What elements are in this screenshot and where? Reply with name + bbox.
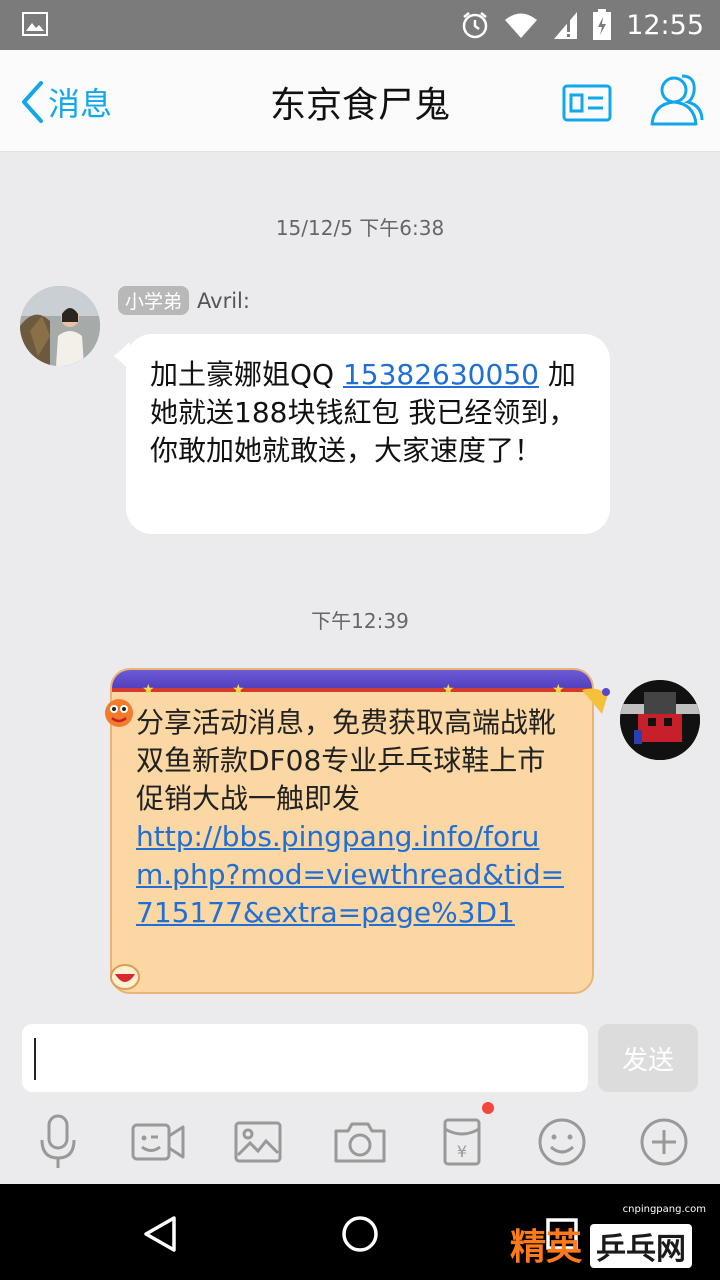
title-bar: 消息 东京食尸鬼 [0, 50, 720, 152]
camera-icon [334, 1122, 386, 1163]
avatar-photo [20, 286, 100, 366]
bubble-banner-trim [112, 688, 592, 692]
red-packet-icon: ¥ [443, 1118, 481, 1166]
text-caret [34, 1038, 36, 1080]
send-button[interactable]: 发送 [598, 1024, 698, 1092]
avatar[interactable] [620, 680, 700, 760]
star-icon: ★ [552, 682, 565, 698]
sender-badge: 小学弟 [118, 286, 190, 315]
star-icon: ★ [442, 682, 455, 698]
cartoon-face-icon [105, 699, 133, 727]
watermark-text: 乒乓网 [590, 1224, 692, 1268]
voice-button[interactable] [30, 1110, 86, 1174]
star-icon: ★ [142, 682, 155, 698]
microphone-icon [40, 1114, 76, 1168]
sender-name: Avril: [197, 288, 250, 313]
avatar-photo [620, 680, 700, 760]
wifi-icon [505, 13, 538, 38]
watermark: cnpingpang.com 精英 乒乓网 [500, 1204, 710, 1270]
composer-toolbar: ¥ [0, 1102, 720, 1180]
avatar[interactable] [20, 286, 100, 366]
home-circle-icon[interactable] [338, 1212, 382, 1256]
watermark-text: 精英 [510, 1227, 583, 1268]
message-text: 分享活动消息，免费获取高端战靴 双鱼新款DF08专业乒乓球鞋上市 促销大战一触即… [136, 706, 585, 815]
jester-hat-icon [582, 688, 610, 714]
more-button[interactable] [636, 1110, 692, 1174]
message-bubble[interactable]: ★ ★ ★ ★ 分享活动消息，免费获取高端战靴 双鱼新款DF08专业乒乓球鞋上市… [105, 668, 610, 994]
notification-dot [482, 1102, 494, 1114]
profile-card-icon[interactable] [562, 84, 612, 122]
plus-icon [640, 1118, 688, 1166]
star-icon: ★ [232, 682, 245, 698]
message-timestamp: 下午12:39 [311, 609, 409, 633]
emoji-button[interactable] [534, 1110, 590, 1174]
back-triangle-icon[interactable] [138, 1212, 182, 1256]
camera-button[interactable] [332, 1110, 388, 1174]
sender-line: 小学弟 Avril: [118, 286, 250, 315]
battery-icon [593, 9, 612, 40]
emoji-icon [538, 1118, 586, 1166]
video-icon [131, 1123, 185, 1161]
message-text: 加土豪娜姐QQ [150, 358, 343, 391]
red-packet-button[interactable]: ¥ [434, 1102, 494, 1174]
watermark-url: cnpingpang.com [622, 1204, 706, 1215]
system-navigation-bar: cnpingpang.com 精英 乒乓网 [0, 1184, 720, 1280]
group-members-icon[interactable] [648, 70, 704, 128]
message-input[interactable] [22, 1024, 588, 1092]
composer: 发送 ¥ [0, 1010, 720, 1184]
cartoon-mouth-icon [110, 964, 140, 990]
status-bar: 12:55 [0, 0, 720, 50]
bubble-tail [114, 342, 130, 370]
message-bubble[interactable]: 加土豪娜姐QQ 15382630050 加她就送188块钱紅包 我已经领到，你敢… [114, 334, 610, 534]
image-icon [234, 1121, 282, 1163]
message-timestamp: 15/12/5 下午6:38 [275, 216, 445, 240]
image-icon [22, 12, 48, 36]
alarm-icon [462, 12, 488, 39]
status-time: 12:55 [626, 9, 704, 41]
image-button[interactable] [230, 1110, 286, 1174]
qq-number-link[interactable]: 15382630050 [343, 358, 539, 391]
svg-text:¥: ¥ [457, 1142, 467, 1161]
shared-link[interactable]: http://bbs.pingpang.info/forum.php?mod=v… [136, 820, 564, 929]
page-title: 东京食尸鬼 [269, 85, 450, 126]
signal-icon [554, 12, 578, 39]
video-button[interactable] [130, 1110, 186, 1174]
